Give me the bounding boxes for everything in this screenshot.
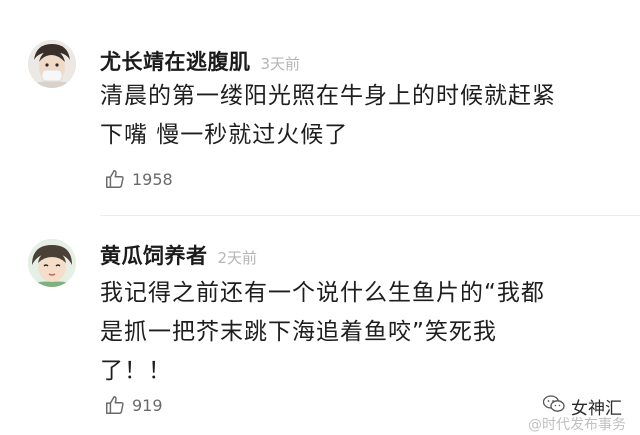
avatar[interactable] <box>28 239 76 287</box>
username[interactable]: 黄瓜饲养者 <box>100 240 208 270</box>
comment-text: 我记得之前还有一个说什么生鱼片的“我都 是抓一把芥末跳下海追着鱼咬”笑死我 了！… <box>100 274 630 391</box>
comment-feed: 尤长靖在逃腹肌 3天前 清晨的第一缕阳光照在牛身上的时候就赶紧 下嘴 慢一秒就过… <box>0 0 640 435</box>
thumbs-up-icon <box>104 168 126 190</box>
comment-item: 尤长靖在逃腹肌 3天前 清晨的第一缕阳光照在牛身上的时候就赶紧 下嘴 慢一秒就过… <box>0 0 640 215</box>
like-button[interactable]: 1958 <box>104 168 173 190</box>
comment-text: 清晨的第一缕阳光照在牛身上的时候就赶紧 下嘴 慢一秒就过火候了 <box>100 77 630 155</box>
comment-text-line: 下嘴 慢一秒就过火候了 <box>100 122 349 148</box>
like-count: 1958 <box>132 169 173 189</box>
comment-text-line: 了！！ <box>100 358 172 384</box>
timestamp: 2天前 <box>217 249 258 267</box>
comment-header: 尤长靖在逃腹肌 3天前 <box>100 46 300 76</box>
watermark-handle: @时代发布事务 <box>528 417 626 433</box>
comment-text-line: 我记得之前还有一个说什么生鱼片的“我都 <box>100 280 545 306</box>
like-count: 919 <box>132 395 163 415</box>
comment-text-line: 是抓一把芥末跳下海追着鱼咬”笑死我 <box>100 319 497 345</box>
thumbs-up-icon <box>104 394 126 416</box>
comment-text-line: 清晨的第一缕阳光照在牛身上的时候就赶紧 <box>100 83 556 109</box>
avatar[interactable] <box>28 40 76 88</box>
comment-header: 黄瓜饲养者 2天前 <box>100 240 257 270</box>
like-button[interactable]: 919 <box>104 394 163 416</box>
username[interactable]: 尤长靖在逃腹肌 <box>100 46 251 76</box>
timestamp: 3天前 <box>260 55 301 73</box>
